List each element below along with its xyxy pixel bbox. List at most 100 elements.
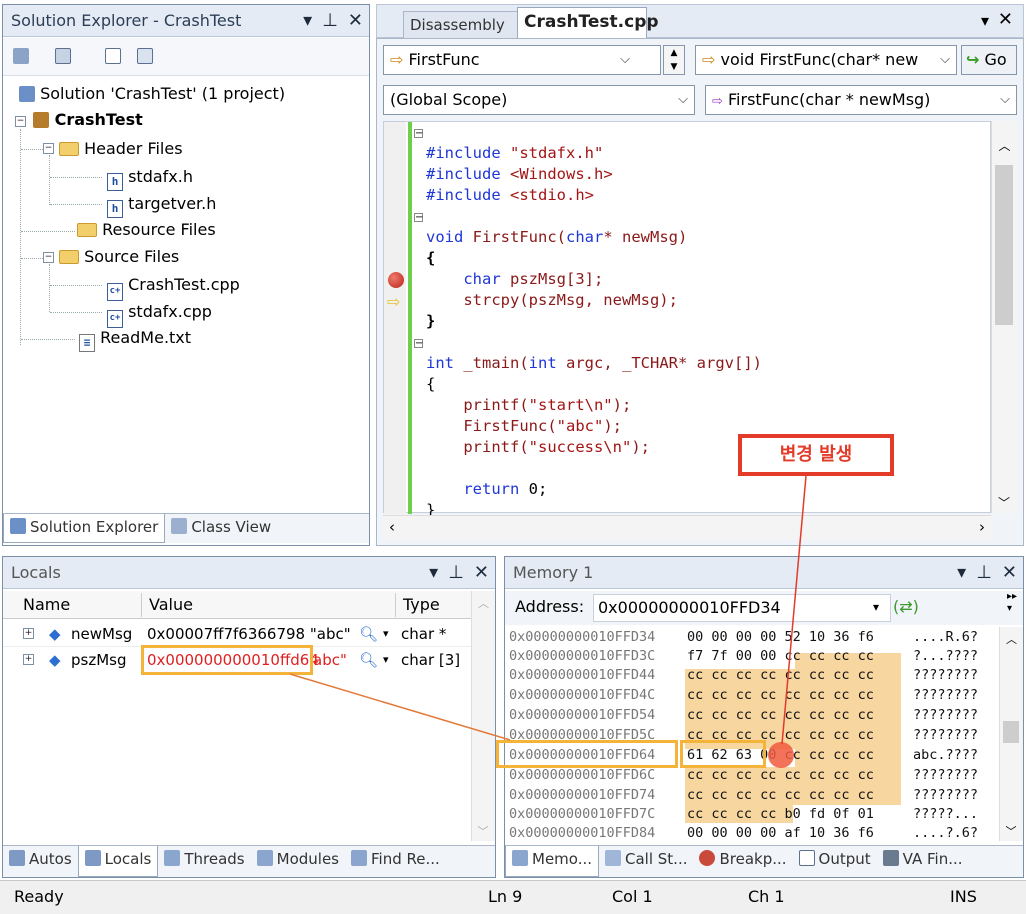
chevron-down-icon[interactable]: ▾ <box>873 591 879 623</box>
tab-class-view[interactable]: Class View <box>165 514 277 543</box>
tab-autos[interactable]: Autos <box>3 846 78 877</box>
code-line-5: void FirstFunc(char* newMsg) <box>426 228 688 246</box>
dropdown-icon[interactable]: ▾ <box>957 557 966 589</box>
project-node[interactable]: CrashTest <box>33 107 143 133</box>
scroll-up-icon[interactable]: ︿ <box>472 595 495 611</box>
header-files-expander-icon[interactable]: − <box>43 143 54 154</box>
header-files-folder[interactable]: Header Files <box>59 136 183 162</box>
memory-bytes: cc cc cc cc b0 fd 0f 01 <box>687 806 874 822</box>
expand-icon[interactable]: + <box>23 654 34 665</box>
file-crashtest-cpp[interactable]: c+ CrashTest.cpp <box>107 272 240 301</box>
view-code-icon[interactable] <box>105 48 121 64</box>
tab-locals[interactable]: Locals <box>77 846 159 877</box>
collapse-icon[interactable]: − <box>414 339 423 349</box>
tab-disassembly[interactable]: Disassembly <box>403 11 521 39</box>
solution-icon <box>19 86 35 102</box>
pin-icon[interactable]: ⊥ <box>976 557 992 589</box>
folder-icon <box>77 223 97 237</box>
column-name[interactable]: Name <box>23 595 70 614</box>
memory-scrollbar[interactable]: ︿ ﹀ <box>999 627 1023 841</box>
memory-ascii: ???????? <box>913 707 979 723</box>
close-document-icon[interactable]: ✕ <box>998 9 1013 30</box>
tab-output[interactable]: Output <box>793 846 877 877</box>
file-stdafx-cpp[interactable]: c+ stdafx.cpp <box>107 299 212 328</box>
tab-va-find[interactable]: VA Fin... <box>877 846 969 877</box>
locals-scrollbar[interactable]: ︿ ﹀ <box>471 591 495 841</box>
status-ready: Ready <box>14 887 64 906</box>
show-all-files-icon[interactable] <box>55 48 71 64</box>
member-combo[interactable]: ⇨ FirstFunc(char * newMsg) ⌵ <box>705 85 1017 115</box>
scroll-down-icon[interactable]: ﹀ <box>992 494 1016 511</box>
scroll-thumb[interactable] <box>995 165 1013 325</box>
source-files-folder[interactable]: Source Files <box>59 244 179 270</box>
reevaluate-icon[interactable]: (⇄) <box>893 591 919 623</box>
tab-find-results[interactable]: Find Re... <box>345 846 446 877</box>
tab-call-stack[interactable]: Call St... <box>599 846 693 877</box>
editor-horizontal-scrollbar[interactable]: ‹ › <box>383 515 991 539</box>
function-combo[interactable]: ⇨ FirstFunc ⌵ <box>383 45 661 75</box>
file-targetver-h[interactable]: h targetver.h <box>107 191 216 218</box>
scroll-down-icon[interactable]: ﹀ <box>1000 823 1022 839</box>
memory-ascii: ???????? <box>913 767 979 783</box>
solution-node[interactable]: Solution 'CrashTest' (1 project) <box>19 81 285 107</box>
file-readme[interactable]: ≡ ReadMe.txt <box>79 325 191 352</box>
dropdown-icon[interactable]: ▾ <box>429 557 438 589</box>
scroll-up-icon[interactable]: ︿ <box>992 137 1017 154</box>
tab-crashtest-cpp[interactable]: CrashTest.cpp <box>517 7 659 39</box>
editor-panel: ⇨ FirstFunc ⌵ ▲ ▼ ⇨ void FirstFunc(char* … <box>376 38 1024 546</box>
scope-combo[interactable]: (Global Scope) ⌵ <box>383 85 695 115</box>
scroll-thumb[interactable] <box>1003 721 1019 743</box>
column-type[interactable]: Type <box>403 595 440 614</box>
local-value-string: abc" <box>313 651 347 669</box>
file-stdafx-h[interactable]: h stdafx.h <box>107 164 193 191</box>
toolbar-overflow-icon[interactable]: ▸▸ ▾ <box>1007 591 1017 615</box>
tab-class-view-label: Class View <box>191 518 272 536</box>
close-icon[interactable]: ✕ <box>474 557 489 589</box>
breakpoint-icon[interactable] <box>388 272 404 288</box>
editor-vertical-scrollbar[interactable]: ︿ ﹀ <box>991 121 1017 513</box>
tab-breakpoints[interactable]: Breakp... <box>693 846 792 877</box>
memory-address: 0x00000000010FFD6C <box>509 767 656 783</box>
magnifier-icon[interactable]: 🔍︎ <box>359 621 378 647</box>
expand-icon[interactable]: + <box>23 628 34 639</box>
collapse-icon[interactable]: − <box>414 129 423 139</box>
solution-explorer-panel: Solution Explorer - CrashTest ▾ ⊥ ✕ Solu… <box>2 4 370 546</box>
project-label: CrashTest <box>54 110 143 129</box>
signature-combo[interactable]: ⇨ void FirstFunc(char* new ⌵ <box>695 45 957 75</box>
tab-threads[interactable]: Threads <box>158 846 250 877</box>
locals-row[interactable]: + ◆ newMsg 0x00007ff7f6366798 "abc" 🔍︎ ▾… <box>3 621 471 647</box>
tab-memory[interactable]: Memo... <box>505 846 599 877</box>
properties-icon[interactable] <box>13 48 29 64</box>
tab-modules[interactable]: Modules <box>251 846 345 877</box>
scroll-left-icon[interactable]: ‹ <box>389 518 395 536</box>
tab-output-label: Output <box>818 850 871 868</box>
pin-icon[interactable]: ⊥ <box>448 557 464 589</box>
memory-grid[interactable]: 0x00000000010FFD34 00 00 00 00 52 10 36 f… <box>505 627 999 839</box>
chevron-down-icon[interactable]: ▾ <box>383 621 389 647</box>
solution-explorer-title: Solution Explorer - CrashTest ▾ ⊥ ✕ <box>3 5 369 37</box>
code-area[interactable]: ⇨ − − − #include "stdafx.h" #include <Win… <box>383 121 991 519</box>
close-icon[interactable]: ✕ <box>348 5 363 37</box>
memory-bytes: 00 00 00 00 52 10 36 f6 <box>687 629 874 645</box>
chevron-down-icon[interactable]: ▾ <box>383 647 389 673</box>
collapse-icon[interactable]: − <box>414 213 423 223</box>
address-input[interactable]: 0x00000000010FFD34 <box>593 594 891 622</box>
scroll-right-icon[interactable]: › <box>979 518 985 536</box>
solution-explorer-icon <box>10 518 26 534</box>
scroll-down-icon[interactable]: ﹀ <box>472 823 494 839</box>
locals-panel: Locals ▾ ⊥ ✕ Name Value Type + ◆ newMsg … <box>2 556 496 878</box>
pin-icon[interactable]: ⊥ <box>322 5 338 37</box>
go-button[interactable]: ↪ Go <box>961 45 1017 75</box>
tab-solution-explorer[interactable]: Solution Explorer <box>3 514 166 543</box>
class-diagram-icon[interactable] <box>137 48 153 64</box>
window-menu-icon[interactable]: ▾ <box>981 11 989 30</box>
function-spinner[interactable]: ▲ ▼ <box>663 45 685 75</box>
column-value[interactable]: Value <box>149 595 193 614</box>
project-expander-icon[interactable]: − <box>15 116 26 127</box>
magnifier-icon[interactable]: 🔍︎ <box>359 647 378 673</box>
close-icon[interactable]: ✕ <box>1002 557 1017 589</box>
scroll-up-icon[interactable]: ︿ <box>1000 631 1023 647</box>
dropdown-icon[interactable]: ▾ <box>303 5 312 37</box>
resource-files-folder[interactable]: Resource Files <box>77 217 216 243</box>
source-files-expander-icon[interactable]: − <box>43 252 54 263</box>
